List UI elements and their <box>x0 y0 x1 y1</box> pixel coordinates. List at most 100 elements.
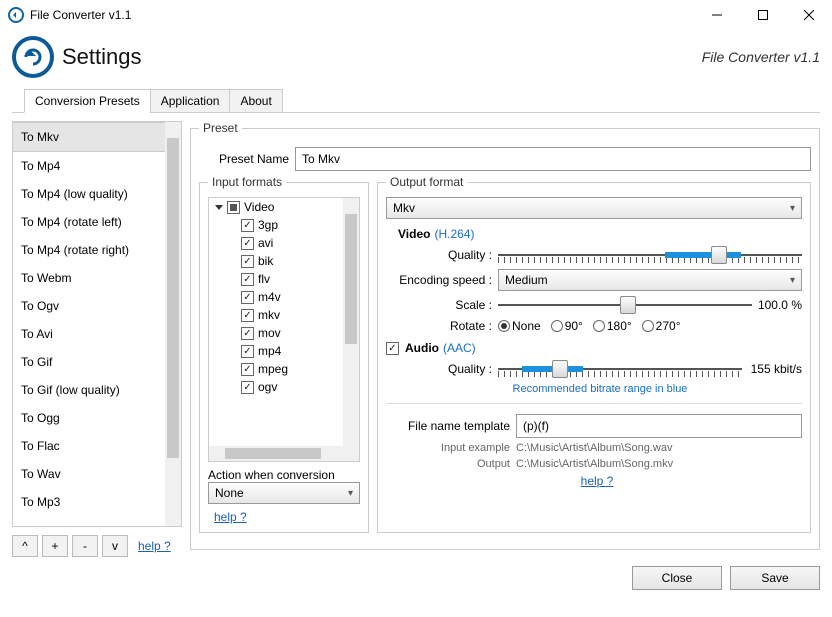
checkbox-mixed[interactable] <box>227 201 240 214</box>
preset-name-input[interactable] <box>295 147 811 171</box>
checkbox[interactable] <box>241 291 254 304</box>
preset-item[interactable]: To Mp4 <box>13 152 181 180</box>
add-preset-button[interactable]: + <box>42 535 68 557</box>
checkbox[interactable] <box>241 219 254 232</box>
checkbox[interactable] <box>241 381 254 394</box>
preset-legend: Preset <box>199 121 242 135</box>
preset-item[interactable]: To Mp3 <box>13 488 181 516</box>
checkbox[interactable] <box>241 345 254 358</box>
tab-application[interactable]: Application <box>150 89 231 113</box>
tabstrip: Conversion Presets Application About <box>12 88 820 113</box>
preset-list[interactable]: To Mkv To Mp4 To Mp4 (low quality) To Mp… <box>12 121 182 527</box>
minimize-button[interactable] <box>694 0 740 30</box>
tree-hscrollbar[interactable] <box>209 446 359 461</box>
filename-template-input[interactable] <box>516 414 802 438</box>
tree-leaf[interactable]: m4v <box>258 290 281 304</box>
scale-slider[interactable] <box>498 295 752 315</box>
window-title: File Converter v1.1 <box>30 8 694 22</box>
rotate-270-radio[interactable] <box>642 320 654 332</box>
remove-preset-button[interactable]: - <box>72 535 98 557</box>
tree-leaf[interactable]: ogv <box>258 380 277 394</box>
action-dropdown[interactable]: None▾ <box>208 482 360 504</box>
tree-node-video[interactable]: Video <box>244 200 274 214</box>
checkbox[interactable] <box>241 327 254 340</box>
checkbox[interactable] <box>241 255 254 268</box>
output-example-label: Output <box>386 458 516 470</box>
help-link[interactable]: help ? <box>214 510 247 524</box>
video-codec-label: (H.264) <box>434 227 474 241</box>
maximize-button[interactable] <box>740 0 786 30</box>
input-formats-fieldset: Input formats Video 3gp avi bik flv m4v … <box>199 175 369 533</box>
tree-vscrollbar[interactable] <box>343 198 359 446</box>
close-button[interactable] <box>786 0 832 30</box>
preset-item[interactable]: To Mp4 (rotate right) <box>13 236 181 264</box>
preset-scrollbar[interactable] <box>165 122 181 526</box>
preset-item[interactable]: To Avi <box>13 320 181 348</box>
input-example-label: Input example <box>386 442 516 454</box>
filename-template-label: File name template <box>386 419 516 433</box>
input-example-value: C:\Music\Artist\Album\Song.wav <box>516 442 673 454</box>
save-button[interactable]: Save <box>730 566 820 590</box>
video-quality-label: Quality : <box>398 248 498 262</box>
tree-leaf[interactable]: mov <box>258 326 281 340</box>
brand-label: File Converter v1.1 <box>702 49 820 65</box>
output-example-value: C:\Music\Artist\Album\Song.mkv <box>516 458 673 470</box>
tree-leaf[interactable]: avi <box>258 236 273 250</box>
rotate-90-radio[interactable] <box>551 320 563 332</box>
audio-section-label: Audio <box>405 341 439 355</box>
titlebar: File Converter v1.1 <box>0 0 832 30</box>
chevron-down-icon: ▾ <box>790 203 795 214</box>
expand-icon[interactable] <box>215 205 223 210</box>
page-title: Settings <box>62 44 702 70</box>
tree-leaf[interactable]: mp4 <box>258 344 281 358</box>
checkbox[interactable] <box>241 309 254 322</box>
checkbox[interactable] <box>241 237 254 250</box>
preset-item[interactable]: To Gif (low quality) <box>13 376 181 404</box>
audio-quality-label: Quality : <box>398 362 498 376</box>
footer: Close Save <box>0 558 832 598</box>
tree-leaf[interactable]: bik <box>258 254 273 268</box>
output-format-dropdown[interactable]: Mkv▾ <box>386 197 802 219</box>
output-format-legend: Output format <box>386 175 467 189</box>
chevron-down-icon: ▾ <box>790 275 795 286</box>
rotate-label: Rotate : <box>398 319 498 333</box>
audio-quality-slider[interactable] <box>498 359 742 379</box>
input-formats-legend: Input formats <box>208 175 286 189</box>
preset-item[interactable]: To Mkv <box>13 122 181 152</box>
tree-leaf[interactable]: mkv <box>258 308 280 322</box>
preset-item[interactable]: To Flac <box>13 432 181 460</box>
tree-leaf[interactable]: 3gp <box>258 218 278 232</box>
preset-item[interactable]: To Ogv <box>13 292 181 320</box>
audio-checkbox[interactable] <box>386 342 399 355</box>
preset-item[interactable]: To Gif <box>13 348 181 376</box>
scale-label: Scale : <box>398 298 498 312</box>
encoding-speed-dropdown[interactable]: Medium▾ <box>498 269 802 291</box>
preset-item[interactable]: To Webm <box>13 264 181 292</box>
audio-codec-label: (AAC) <box>443 341 476 355</box>
tree-leaf[interactable]: flv <box>258 272 270 286</box>
tree-leaf[interactable]: mpeg <box>258 362 288 376</box>
preset-item[interactable]: To Wav <box>13 460 181 488</box>
preset-name-label: Preset Name <box>199 152 289 166</box>
tab-conversion-presets[interactable]: Conversion Presets <box>24 89 151 113</box>
action-label: Action when conversion <box>208 468 360 482</box>
encoding-speed-label: Encoding speed : <box>398 273 498 287</box>
video-section-label: Video <box>398 227 430 241</box>
rotate-none-radio[interactable] <box>498 320 510 332</box>
app-icon <box>8 7 24 23</box>
tab-about[interactable]: About <box>229 89 282 113</box>
input-formats-tree[interactable]: Video 3gp avi bik flv m4v mkv mov mp4 mp… <box>208 197 360 462</box>
preset-item[interactable]: To Ogg <box>13 404 181 432</box>
preset-item[interactable]: To Mp4 (low quality) <box>13 180 181 208</box>
rotate-180-radio[interactable] <box>593 320 605 332</box>
checkbox[interactable] <box>241 273 254 286</box>
video-quality-slider[interactable] <box>498 245 802 265</box>
preset-item[interactable]: To Mp4 (rotate left) <box>13 208 181 236</box>
checkbox[interactable] <box>241 363 254 376</box>
audio-quality-value: 155 kbit/s <box>742 362 802 376</box>
move-up-button[interactable]: ^ <box>12 535 38 557</box>
help-link[interactable]: help ? <box>581 474 614 488</box>
close-button[interactable]: Close <box>632 566 722 590</box>
move-down-button[interactable]: v <box>102 535 128 557</box>
help-link[interactable]: help ? <box>138 539 171 553</box>
